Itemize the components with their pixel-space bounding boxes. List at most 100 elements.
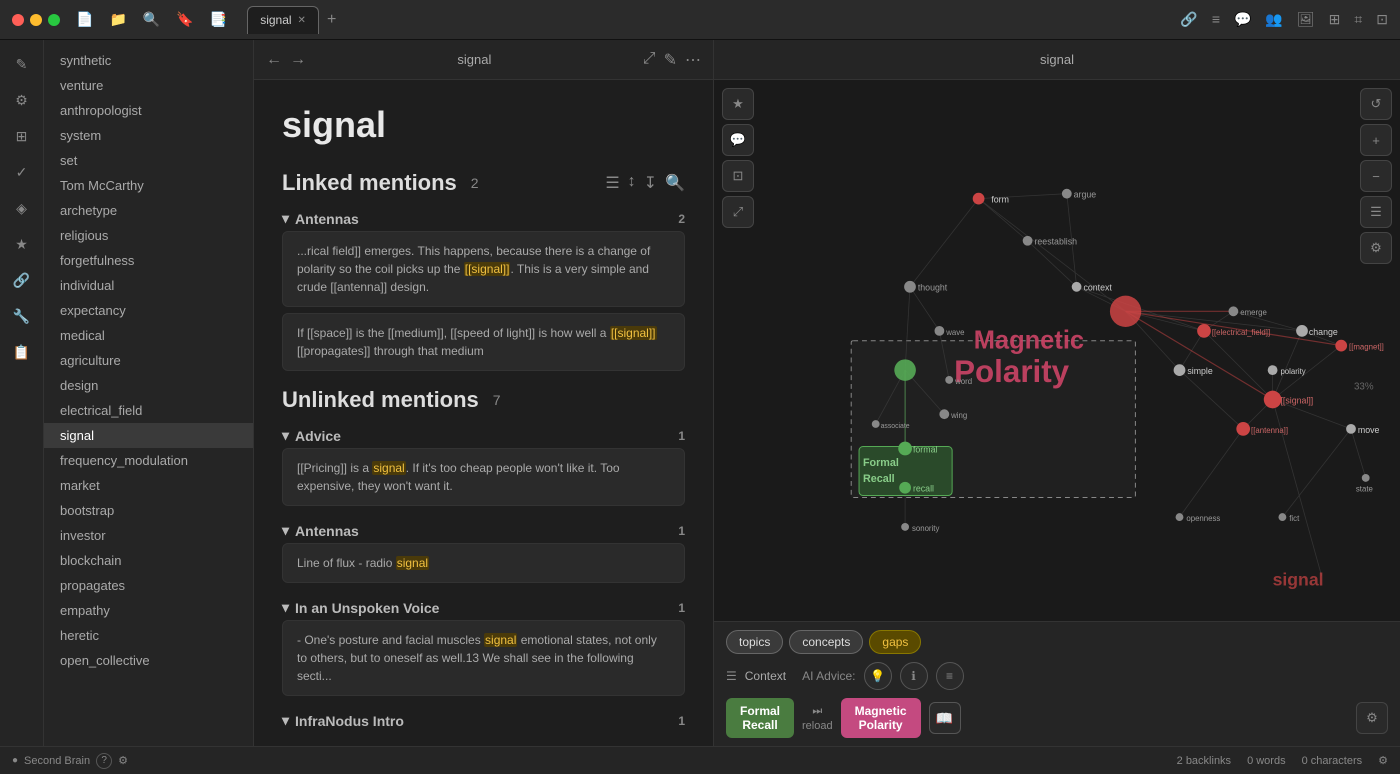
note-item-bootstrap[interactable]: bootstrap	[44, 498, 253, 523]
info-icon[interactable]: ℹ	[900, 662, 928, 690]
signal-highlight-2: [[signal]]	[610, 326, 657, 340]
close-button[interactable]	[12, 14, 24, 26]
link2-icon-btn[interactable]: 🔗	[6, 264, 38, 296]
layers-icon[interactable]: ☰	[1360, 196, 1392, 228]
bookmark-icon[interactable]: 🔖	[176, 11, 193, 28]
topics-tag[interactable]: topics	[726, 630, 783, 654]
note-item-blockchain[interactable]: blockchain	[44, 548, 253, 573]
note-item-investor[interactable]: investor	[44, 523, 253, 548]
note-item-religious[interactable]: religious	[44, 223, 253, 248]
note-item-agriculture[interactable]: agriculture	[44, 348, 253, 373]
tool-icon-btn[interactable]: 🔧	[6, 300, 38, 332]
pages-icon[interactable]: 📑	[210, 11, 227, 28]
antennas-card[interactable]: Line of flux - radio signal	[282, 543, 685, 583]
linked-antennas-header[interactable]: ▾ Antennas 2	[282, 206, 685, 231]
svg-text:move: move	[1358, 425, 1380, 435]
note-item-signal[interactable]: signal	[44, 423, 253, 448]
note-item-medical[interactable]: medical	[44, 323, 253, 348]
note-item-heretic[interactable]: heretic	[44, 623, 253, 648]
advice-title: Advice	[295, 428, 341, 444]
file-icon[interactable]: 📄	[76, 11, 93, 28]
note-item-empathy[interactable]: empathy	[44, 598, 253, 623]
network-icon-btn[interactable]: ◈	[6, 192, 38, 224]
copy-graph-icon[interactable]: ⊡	[722, 160, 754, 192]
advice-card[interactable]: [[Pricing]] is a signal. If it's too che…	[282, 448, 685, 506]
image-icon[interactable]: 🖼	[1297, 11, 1315, 28]
note-item-anthropologist[interactable]: anthropologist	[44, 98, 253, 123]
people-icon[interactable]: 👥	[1265, 11, 1282, 28]
forward-icon[interactable]: →	[290, 51, 306, 69]
gaps-tag[interactable]: gaps	[869, 630, 921, 654]
unlinked-infra-header[interactable]: ▾ InfraNodus Intro 1	[282, 708, 685, 733]
layout-icon[interactable]: ⊡	[1376, 11, 1388, 28]
back-icon[interactable]: ←	[266, 51, 282, 69]
formal-recall-button[interactable]: FormalRecall	[726, 698, 794, 738]
reload-button[interactable]: ⏭ reload	[802, 705, 833, 732]
note-item-forgetfulness[interactable]: forgetfulness	[44, 248, 253, 273]
minimize-button[interactable]	[30, 14, 42, 26]
magnetic-polarity-button[interactable]: MagneticPolarity	[841, 698, 921, 738]
unlinked-voice-header[interactable]: ▾ In an Unspoken Voice 1	[282, 595, 685, 620]
doc-icon-btn[interactable]: 📋	[6, 336, 38, 368]
folder-icon[interactable]: 📁	[109, 11, 126, 28]
export-graph-icon[interactable]: ⤢	[722, 196, 754, 228]
note-item-tom-mccarthy[interactable]: Tom McCarthy	[44, 173, 253, 198]
note-item-propagates[interactable]: propagates	[44, 573, 253, 598]
sort-icon[interactable]: ↕	[628, 173, 636, 193]
help-icon[interactable]: ?	[96, 753, 112, 769]
settings-icon-btn[interactable]: ⚙	[6, 84, 38, 116]
search-mentions-icon[interactable]: 🔍	[665, 173, 685, 193]
note-item-venture[interactable]: venture	[44, 73, 253, 98]
note-item-archetype[interactable]: archetype	[44, 198, 253, 223]
zoom-out-icon[interactable]: −	[1360, 160, 1392, 192]
voice-card[interactable]: - One's posture and facial muscles signa…	[282, 620, 685, 696]
note-item-market[interactable]: market	[44, 473, 253, 498]
list-view-icon[interactable]: ☰	[605, 173, 619, 193]
note-item-electrical-field[interactable]: electrical_field	[44, 398, 253, 423]
gear-status-icon[interactable]: ⚙	[1378, 754, 1388, 767]
refresh-graph-icon[interactable]: ↺	[1360, 88, 1392, 120]
note-item-synthetic[interactable]: synthetic	[44, 48, 253, 73]
graph-icon[interactable]: ⊞	[1329, 11, 1341, 28]
sort-az-icon[interactable]: ↧	[644, 173, 657, 193]
graph-canvas[interactable]: form argue reestablish thought context M…	[714, 80, 1400, 621]
book-icon[interactable]: 📖	[929, 702, 961, 734]
settings-status-icon[interactable]: ⚙	[118, 754, 128, 767]
chat-graph-icon[interactable]: 💬	[722, 124, 754, 156]
note-item-expectancy[interactable]: expectancy	[44, 298, 253, 323]
edit-pencil-icon[interactable]: ✎	[664, 50, 677, 70]
note-item-design[interactable]: design	[44, 373, 253, 398]
list-ai-icon[interactable]: ≡	[936, 662, 964, 690]
star-graph-icon[interactable]: ★	[722, 88, 754, 120]
note-item-system[interactable]: system	[44, 123, 253, 148]
share-icon[interactable]: ⌗	[1354, 11, 1362, 28]
link-icon[interactable]: 🔗	[1180, 11, 1197, 28]
zoom-in-icon[interactable]: +	[1360, 124, 1392, 156]
edit-icon-btn[interactable]: ✎	[6, 48, 38, 80]
hierarchy-icon-btn[interactable]: ⊞	[6, 120, 38, 152]
expand-icon[interactable]: ⤢	[643, 50, 656, 70]
check-icon-btn[interactable]: ✓	[6, 156, 38, 188]
gear-bottom-icon[interactable]: ⚙	[1356, 702, 1388, 734]
unlinked-advice-header[interactable]: ▾ Advice 1	[282, 423, 685, 448]
concepts-tag[interactable]: concepts	[789, 630, 863, 654]
note-item-frequency-modulation[interactable]: frequency_modulation	[44, 448, 253, 473]
note-item-individual[interactable]: individual	[44, 273, 253, 298]
svg-text:[[magnet]]: [[magnet]]	[1349, 343, 1384, 352]
note-item-open-collective[interactable]: open_collective	[44, 648, 253, 673]
tab-close-icon[interactable]: ✕	[298, 15, 306, 26]
maximize-button[interactable]	[48, 14, 60, 26]
star-icon-btn[interactable]: ★	[6, 228, 38, 260]
unlinked-antennas-header[interactable]: ▾ Antennas 1	[282, 518, 685, 543]
mention-card-2[interactable]: If [[space]] is the [[medium]], [[speed …	[282, 313, 685, 371]
settings-graph-icon[interactable]: ⚙	[1360, 232, 1392, 264]
lightbulb-icon[interactable]: 💡	[864, 662, 892, 690]
add-tab-button[interactable]: +	[323, 11, 340, 29]
mention-card-1[interactable]: ...rical field]] emerges. This happens, …	[282, 231, 685, 307]
chat-icon[interactable]: 💬	[1234, 11, 1251, 28]
more-icon[interactable]: ⋯	[685, 50, 701, 70]
tab-signal[interactable]: signal ✕	[247, 6, 319, 34]
search-icon[interactable]: 🔍	[143, 11, 160, 28]
list-icon[interactable]: ≡	[1212, 11, 1220, 28]
note-item-set[interactable]: set	[44, 148, 253, 173]
